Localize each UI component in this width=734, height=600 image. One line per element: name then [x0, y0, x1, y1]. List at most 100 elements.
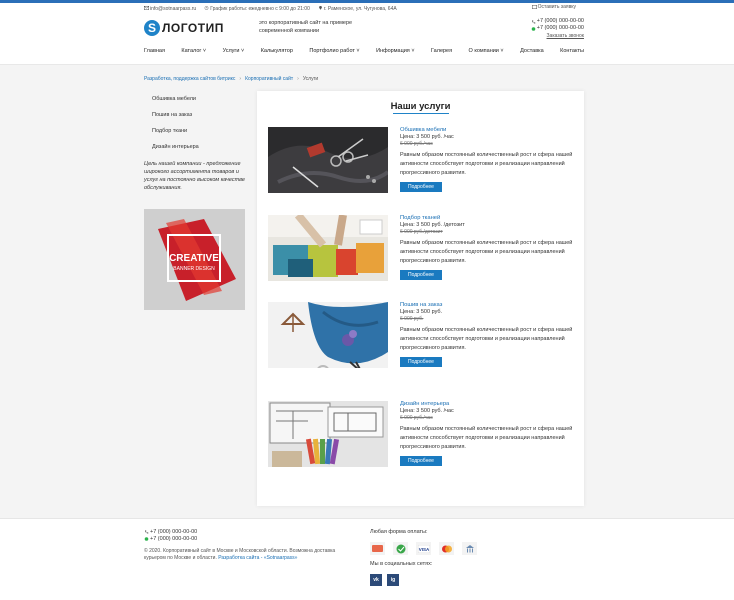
site-header: info@sotnaarpass.ru График работы: ежедн…	[0, 3, 734, 65]
phone-2: +7 (000) 000-00-00	[536, 25, 584, 31]
address-text: г. Раменское, ул. Чугунова, 64А	[323, 5, 397, 12]
tailoring-photo	[268, 302, 388, 368]
service-image[interactable]	[268, 401, 388, 467]
upholstery-photo	[268, 127, 388, 193]
service-title[interactable]: Пошив на заказ	[400, 302, 580, 308]
nav-item-info[interactable]: Информация ˅	[376, 48, 414, 54]
service-title[interactable]: Обшивка мебели	[400, 127, 580, 133]
social-links: vk ig	[370, 574, 404, 586]
breadcrumb-separator: ›	[239, 76, 242, 82]
call-order-link[interactable]: Заказать звонок	[524, 33, 584, 40]
breadcrumb-item-site[interactable]: Корпоративный сайт	[245, 76, 293, 82]
sidebar-item-fabric[interactable]: Подбор ткани	[144, 123, 244, 139]
interior-photo	[268, 401, 388, 467]
logo[interactable]: S ЛОГОТИП	[144, 20, 224, 36]
chevron-down-icon: ˅	[354, 48, 360, 54]
phone-icon	[145, 529, 149, 533]
service-description: Равным образом постоянный количественный…	[400, 152, 573, 176]
email-link[interactable]: info@sotnaarpass.ru	[144, 6, 200, 12]
more-button[interactable]: Подробнее	[400, 182, 442, 192]
fabric-photo	[268, 215, 388, 281]
service-title[interactable]: Дизайн интерьера	[400, 401, 580, 407]
service-title[interactable]: Подбор тканей	[400, 215, 580, 221]
sidebar-menu: Обшивка мебели Пошив на заказ Подбор тка…	[144, 91, 244, 155]
footer-phone-row-1[interactable]: +7 (000) 000-00-00	[144, 529, 197, 536]
service-price: Цена: 3 500 руб. /детозит	[400, 222, 465, 228]
nav-item-contacts[interactable]: Контакты	[560, 48, 584, 54]
chevron-down-icon: ˅	[201, 48, 207, 54]
phone-row-2[interactable]: +7 (000) 000-00-00	[524, 25, 584, 32]
creative-banner-image: CREATIVE BANNER DESIGN	[144, 209, 245, 310]
social-label: Мы в социальных сетях:	[370, 561, 433, 567]
company-mission: Цель нашей компании - предложение широко…	[144, 161, 245, 191]
map-pin-icon	[318, 6, 322, 10]
nav-item-services-label: Услуги	[222, 48, 240, 54]
nav-item-info-label: Информация	[376, 48, 410, 54]
service-price: Цена: 3 500 руб. /час	[400, 408, 454, 414]
address: г. Раменское, ул. Чугунова, 64А	[318, 6, 401, 12]
sidebar-item-interior[interactable]: Дизайн интерьера	[144, 139, 244, 155]
nav-item-catalog[interactable]: Каталог ˅	[181, 48, 206, 54]
banner-title: CREATIVE	[169, 253, 219, 264]
service-item: Пошив на заказ Цена: 3 500 руб. 6 000 ру…	[268, 302, 578, 372]
service-description: Равным образом постоянный количественный…	[400, 327, 573, 351]
service-price: Цена: 3 500 руб.	[400, 309, 443, 315]
payment-methods: VISA	[370, 542, 485, 555]
breadcrumb-current: Услуги	[302, 76, 319, 82]
nav-item-portfolio-label: Портфолио работ	[309, 48, 355, 54]
breadcrumb-separator: ›	[297, 76, 299, 82]
service-item: Подбор тканей Цена: 3 500 руб. /детозит …	[268, 215, 578, 285]
developer-link[interactable]: Разработка сайта - «Sotnaarpass»	[218, 555, 297, 561]
payment-label: Любая форма оплаты:	[370, 529, 428, 535]
service-old-price: 6 000 руб./детозит	[400, 229, 443, 235]
sidebar-item-tailoring[interactable]: Пошив на заказ	[144, 107, 244, 123]
bank-icon	[462, 542, 477, 555]
vk-icon[interactable]: vk	[370, 574, 382, 586]
more-button[interactable]: Подробнее	[400, 456, 442, 466]
svg-text:VISA: VISA	[418, 547, 429, 552]
service-image[interactable]	[268, 127, 388, 193]
footer-phone-2: +7 (000) 000-00-00	[150, 536, 198, 542]
visa-icon: VISA	[416, 542, 431, 555]
site-footer: +7 (000) 000-00-00 +7 (000) 000-00-00 © …	[0, 518, 734, 600]
nav-item-calculator[interactable]: Калькулятор	[261, 48, 293, 54]
nav-item-services[interactable]: Услуги ˅	[223, 48, 245, 54]
nav-item-portfolio[interactable]: Портфолио работ ˅	[309, 48, 359, 54]
service-image[interactable]	[268, 215, 388, 281]
breadcrumb: Разработка, поддержка сайтов битрикс › Кор…	[144, 76, 318, 82]
service-description: Равным образом постоянный количественный…	[400, 426, 573, 450]
footer-phones: +7 (000) 000-00-00 +7 (000) 000-00-00	[144, 529, 197, 543]
nav-item-home[interactable]: Главная	[144, 48, 165, 54]
copyright: © 2020. Корпоративный сайт в Москве и Мо…	[144, 548, 354, 562]
cash-icon	[370, 542, 385, 555]
service-info: Дизайн интерьера Цена: 3 500 руб. /час 6…	[400, 401, 580, 466]
schedule-text: График работы: ежедневно с 9:00 до 21:00	[210, 5, 310, 12]
schedule: График работы: ежедневно с 9:00 до 21:00	[204, 6, 314, 12]
instagram-icon[interactable]: ig	[387, 574, 399, 586]
sidebar-banner[interactable]: CREATIVE BANNER DESIGN	[144, 209, 245, 310]
email-text: info@sotnaarpass.ru	[150, 5, 197, 12]
callback-link-text: Оставить заявку	[537, 4, 576, 10]
service-info: Пошив на заказ Цена: 3 500 руб. 6 000 ру…	[400, 302, 580, 367]
footer-phone-1: +7 (000) 000-00-00	[150, 529, 198, 535]
service-info: Обшивка мебели Цена: 3 500 руб. /час 6 0…	[400, 127, 580, 192]
service-description: Равным образом постоянный количественный…	[400, 240, 573, 264]
banner-subtitle: BANNER DESIGN	[173, 266, 215, 272]
page-title: Наши услуги	[390, 101, 451, 112]
chevron-down-icon: ˅	[239, 48, 245, 54]
sidebar-item-upholstery[interactable]: Обшивка мебели	[144, 91, 244, 107]
main-nav: Главная Каталог ˅ Услуги ˅ Калькулятор П…	[144, 48, 584, 54]
footer-phone-row-2[interactable]: +7 (000) 000-00-00	[144, 536, 197, 543]
more-button[interactable]: Подробнее	[400, 357, 442, 367]
callback-link[interactable]: Оставить заявку	[531, 4, 580, 10]
service-image[interactable]	[268, 302, 388, 368]
nav-item-delivery[interactable]: Доставка	[520, 48, 544, 54]
phone-row-1[interactable]: +7 (000) 000-00-00	[524, 18, 584, 25]
breadcrumb-item-home[interactable]: Разработка, поддержка сайтов битрикс	[144, 76, 235, 82]
nav-item-about[interactable]: О компании ˅	[469, 48, 504, 54]
logo-circle-icon: S	[144, 20, 160, 36]
nav-item-gallery[interactable]: Галерея	[431, 48, 452, 54]
more-button[interactable]: Подробнее	[400, 270, 442, 280]
service-old-price: 6 000 руб./час	[400, 415, 433, 421]
logo-text: ЛОГОТИП	[162, 21, 224, 35]
